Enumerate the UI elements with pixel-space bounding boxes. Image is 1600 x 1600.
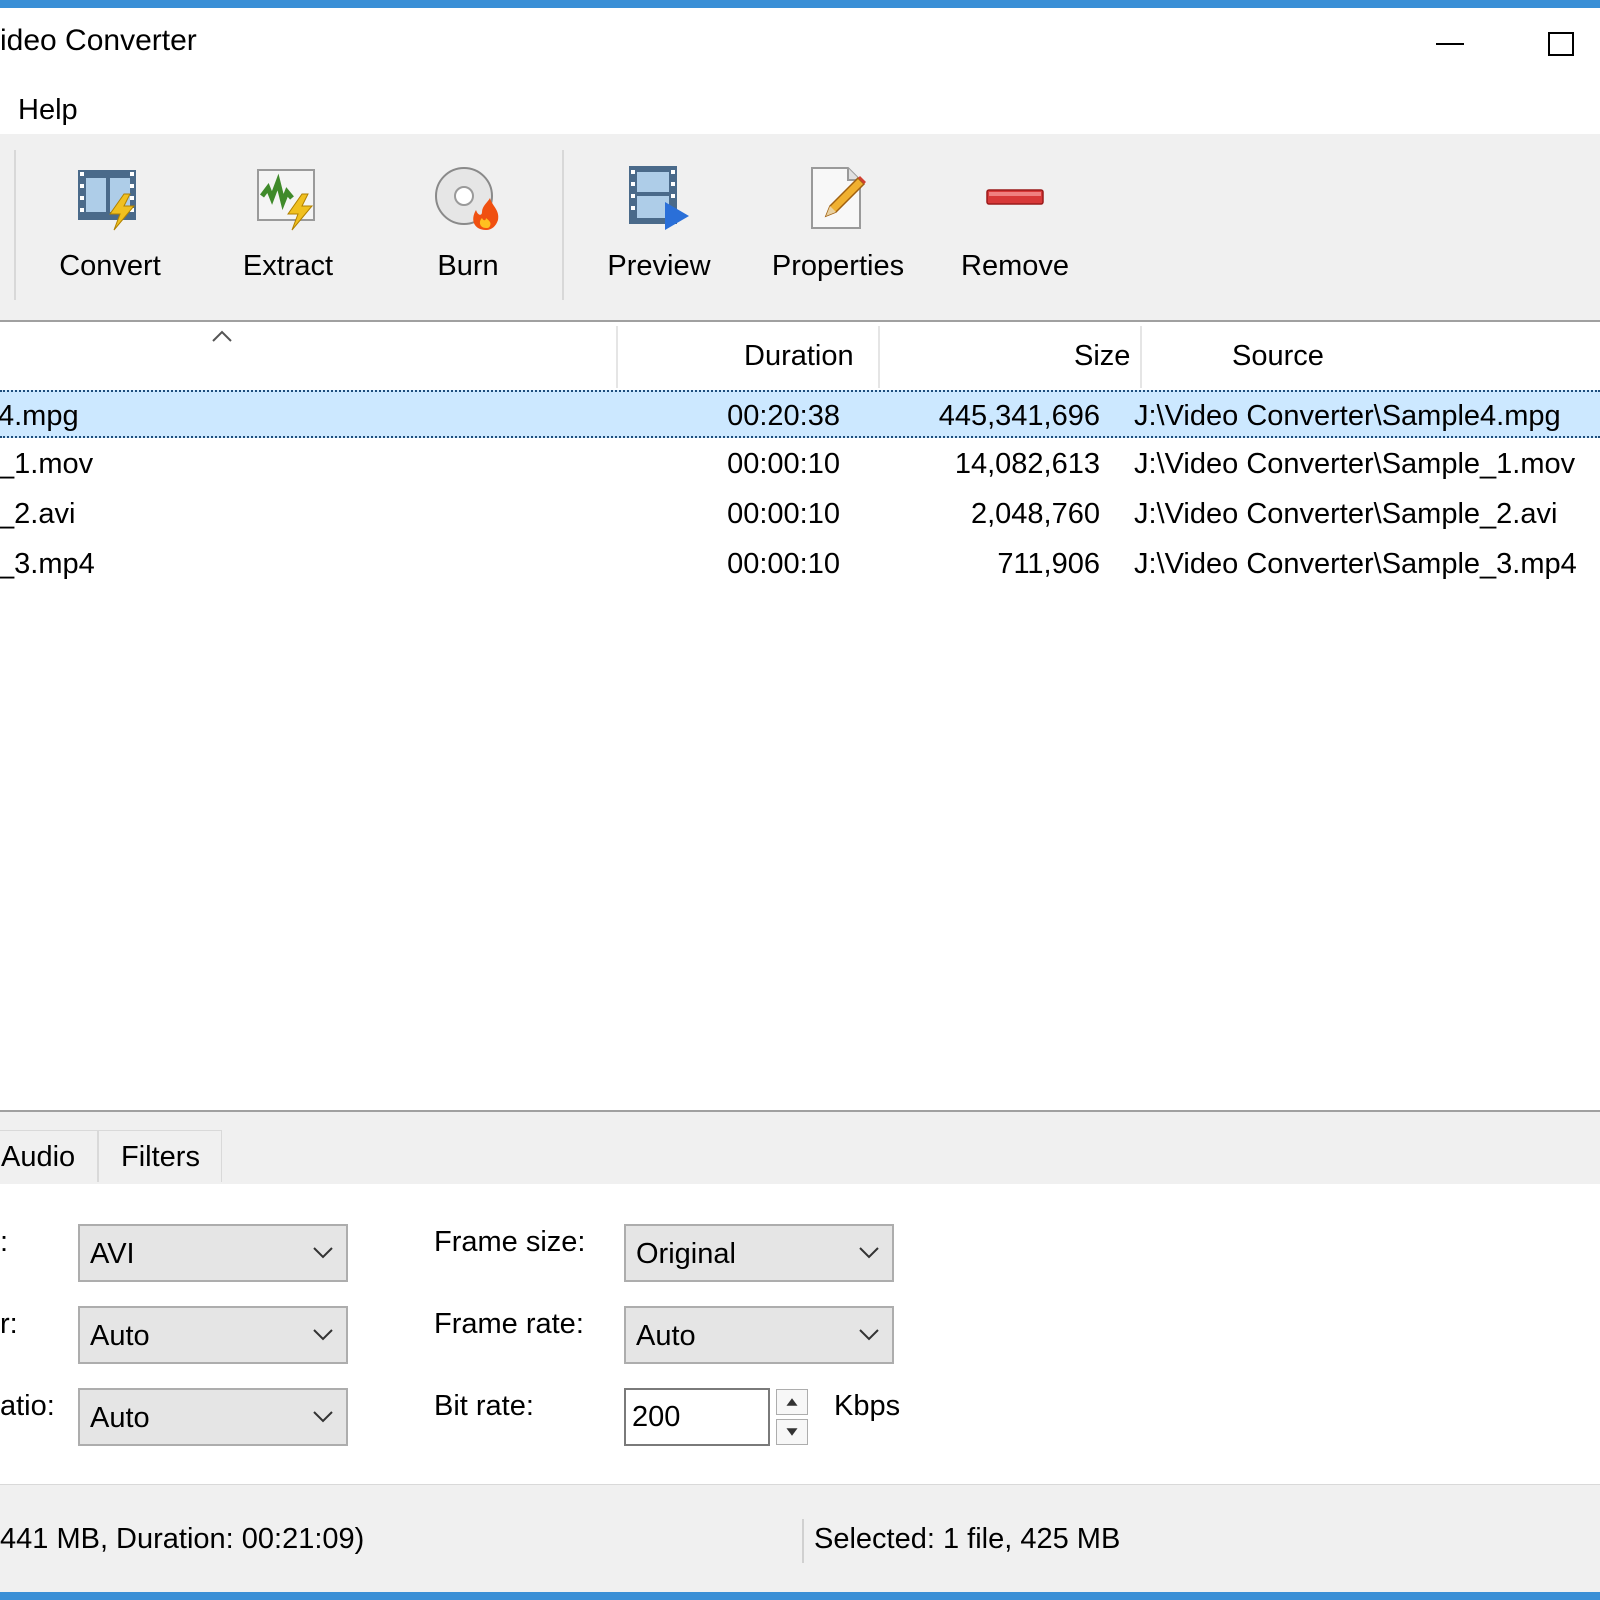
spin-down-button[interactable] (776, 1419, 808, 1445)
burn-icon (435, 167, 499, 230)
frame-rate-value: Auto (636, 1320, 696, 1352)
cell-duration: 00:00:10 (727, 448, 840, 480)
tab-filters[interactable]: Filters (98, 1130, 222, 1182)
properties-icon (811, 167, 866, 229)
column-separator[interactable] (616, 326, 618, 388)
cell-duration: 00:00:10 (727, 498, 840, 530)
extract-icon (257, 169, 315, 231)
bit-rate-stepper[interactable] (776, 1389, 808, 1445)
column-header-size[interactable]: Size (1074, 340, 1130, 373)
chevron-down-icon (313, 1411, 333, 1423)
cell-size: 2,048,760 (970, 498, 1100, 530)
minimize-button[interactable] (1426, 20, 1474, 68)
remove-button[interactable]: Remove (942, 134, 1088, 320)
maximize-button[interactable] (1530, 20, 1600, 68)
frame-size-select[interactable]: Original (624, 1224, 894, 1282)
status-selected: Selected: 1 file, 425 MB (814, 1523, 1121, 1555)
spin-down-icon (786, 1428, 798, 1436)
burn-label: Burn (437, 250, 499, 282)
preview-icon (629, 166, 689, 230)
format-select[interactable]: AVI (78, 1224, 348, 1282)
codec-select[interactable]: Auto (78, 1306, 348, 1364)
status-total: 441 MB, Duration: 00:21:09) (0, 1523, 365, 1555)
cell-source: J:\Video Converter\Sample4.mpg (1134, 400, 1561, 432)
format-value: AVI (90, 1238, 135, 1270)
extract-button[interactable]: Extract (218, 134, 358, 320)
format-label: : (0, 1226, 9, 1258)
chevron-down-icon (859, 1247, 879, 1259)
column-header-source[interactable]: Source (1232, 340, 1324, 373)
cell-name: _2.avi (0, 498, 76, 530)
table-row[interactable]: _2.avi 00:00:10 2,048,760 J:\Video Conve… (0, 490, 1600, 538)
status-bar: 441 MB, Duration: 00:21:09) Selected: 1 … (0, 1484, 1600, 1600)
sort-ascending-icon[interactable] (210, 328, 234, 344)
frame-size-value: Original (636, 1238, 736, 1270)
convert-label: Convert (59, 250, 161, 282)
column-separator[interactable] (1140, 326, 1142, 388)
codec-value: Auto (90, 1320, 150, 1352)
aspect-ratio-value: Auto (90, 1402, 150, 1434)
bit-rate-input[interactable] (626, 1390, 766, 1444)
cell-size: 445,341,696 (938, 400, 1100, 432)
cell-name: 4.mpg (0, 400, 79, 432)
status-divider (802, 1519, 804, 1563)
codec-label: r: (0, 1308, 18, 1340)
spin-up-button[interactable] (776, 1389, 808, 1415)
window-top-border (0, 0, 1600, 8)
tab-strip: Audio Filters (0, 1130, 1600, 1185)
tab-audio[interactable]: Audio (0, 1130, 98, 1182)
toolbar: Convert Extract Burn Preview Properties … (0, 134, 1600, 322)
toolbar-separator (14, 150, 16, 300)
properties-label: Properties (771, 250, 905, 282)
list-header: Duration Size Source (0, 322, 1600, 388)
burn-button[interactable]: Burn (398, 134, 538, 320)
menu-item-help[interactable]: Help (14, 94, 82, 127)
convert-icon (78, 170, 136, 231)
tab-audio-label: Audio (1, 1141, 76, 1173)
aspect-ratio-label: atio: (0, 1390, 55, 1422)
chevron-down-icon (313, 1247, 333, 1259)
frame-rate-label: Frame rate: (434, 1308, 584, 1340)
menu-bar: Help (0, 82, 1600, 134)
cell-source: J:\Video Converter\Sample_2.avi (1134, 498, 1558, 530)
window-title: ideo Converter (0, 24, 197, 57)
tab-filters-label: Filters (121, 1141, 200, 1173)
remove-icon (986, 189, 1044, 205)
preview-button[interactable]: Preview (588, 134, 730, 320)
aspect-ratio-select[interactable]: Auto (78, 1388, 348, 1446)
title-bar (0, 8, 1600, 82)
file-list[interactable]: Duration Size Source 4.mpg 00:20:38 445,… (0, 322, 1600, 1110)
chevron-down-icon (859, 1329, 879, 1341)
tab-content-video: : AVI r: Auto atio: Auto Frame size: Ori… (0, 1184, 1600, 1484)
window-bottom-border (0, 1592, 1600, 1600)
bit-rate-label: Bit rate: (434, 1390, 534, 1422)
bit-rate-unit: Kbps (834, 1390, 901, 1422)
column-header-duration[interactable]: Duration (744, 340, 854, 373)
table-row[interactable]: _3.mp4 00:00:10 711,906 J:\Video Convert… (0, 540, 1600, 588)
frame-rate-select[interactable]: Auto (624, 1306, 894, 1364)
remove-label: Remove (961, 250, 1069, 282)
cell-size: 14,082,613 (954, 448, 1100, 480)
preview-label: Preview (607, 250, 711, 282)
column-separator[interactable] (878, 326, 880, 388)
properties-button[interactable]: Properties (760, 134, 916, 320)
cell-duration: 00:20:38 (727, 400, 840, 432)
table-row[interactable]: 4.mpg 00:20:38 445,341,696 J:\Video Conv… (0, 390, 1600, 438)
cell-name: _3.mp4 (0, 548, 95, 580)
cell-source: J:\Video Converter\Sample_1.mov (1134, 448, 1576, 480)
table-row[interactable]: _1.mov 00:00:10 14,082,613 J:\Video Conv… (0, 440, 1600, 488)
extract-label: Extract (242, 250, 334, 282)
toolbar-separator (562, 150, 564, 300)
spin-up-icon (786, 1398, 798, 1406)
cell-size: 711,906 (997, 548, 1100, 580)
settings-panel: Audio Filters : AVI r: Auto atio: Auto F… (0, 1110, 1600, 1484)
frame-size-label: Frame size: (434, 1226, 586, 1258)
chevron-down-icon (313, 1329, 333, 1341)
cell-name: _1.mov (0, 448, 94, 480)
convert-button[interactable]: Convert (40, 134, 180, 320)
bit-rate-box (624, 1388, 770, 1446)
cell-duration: 00:00:10 (727, 548, 840, 580)
cell-source: J:\Video Converter\Sample_3.mp4 (1134, 548, 1577, 580)
